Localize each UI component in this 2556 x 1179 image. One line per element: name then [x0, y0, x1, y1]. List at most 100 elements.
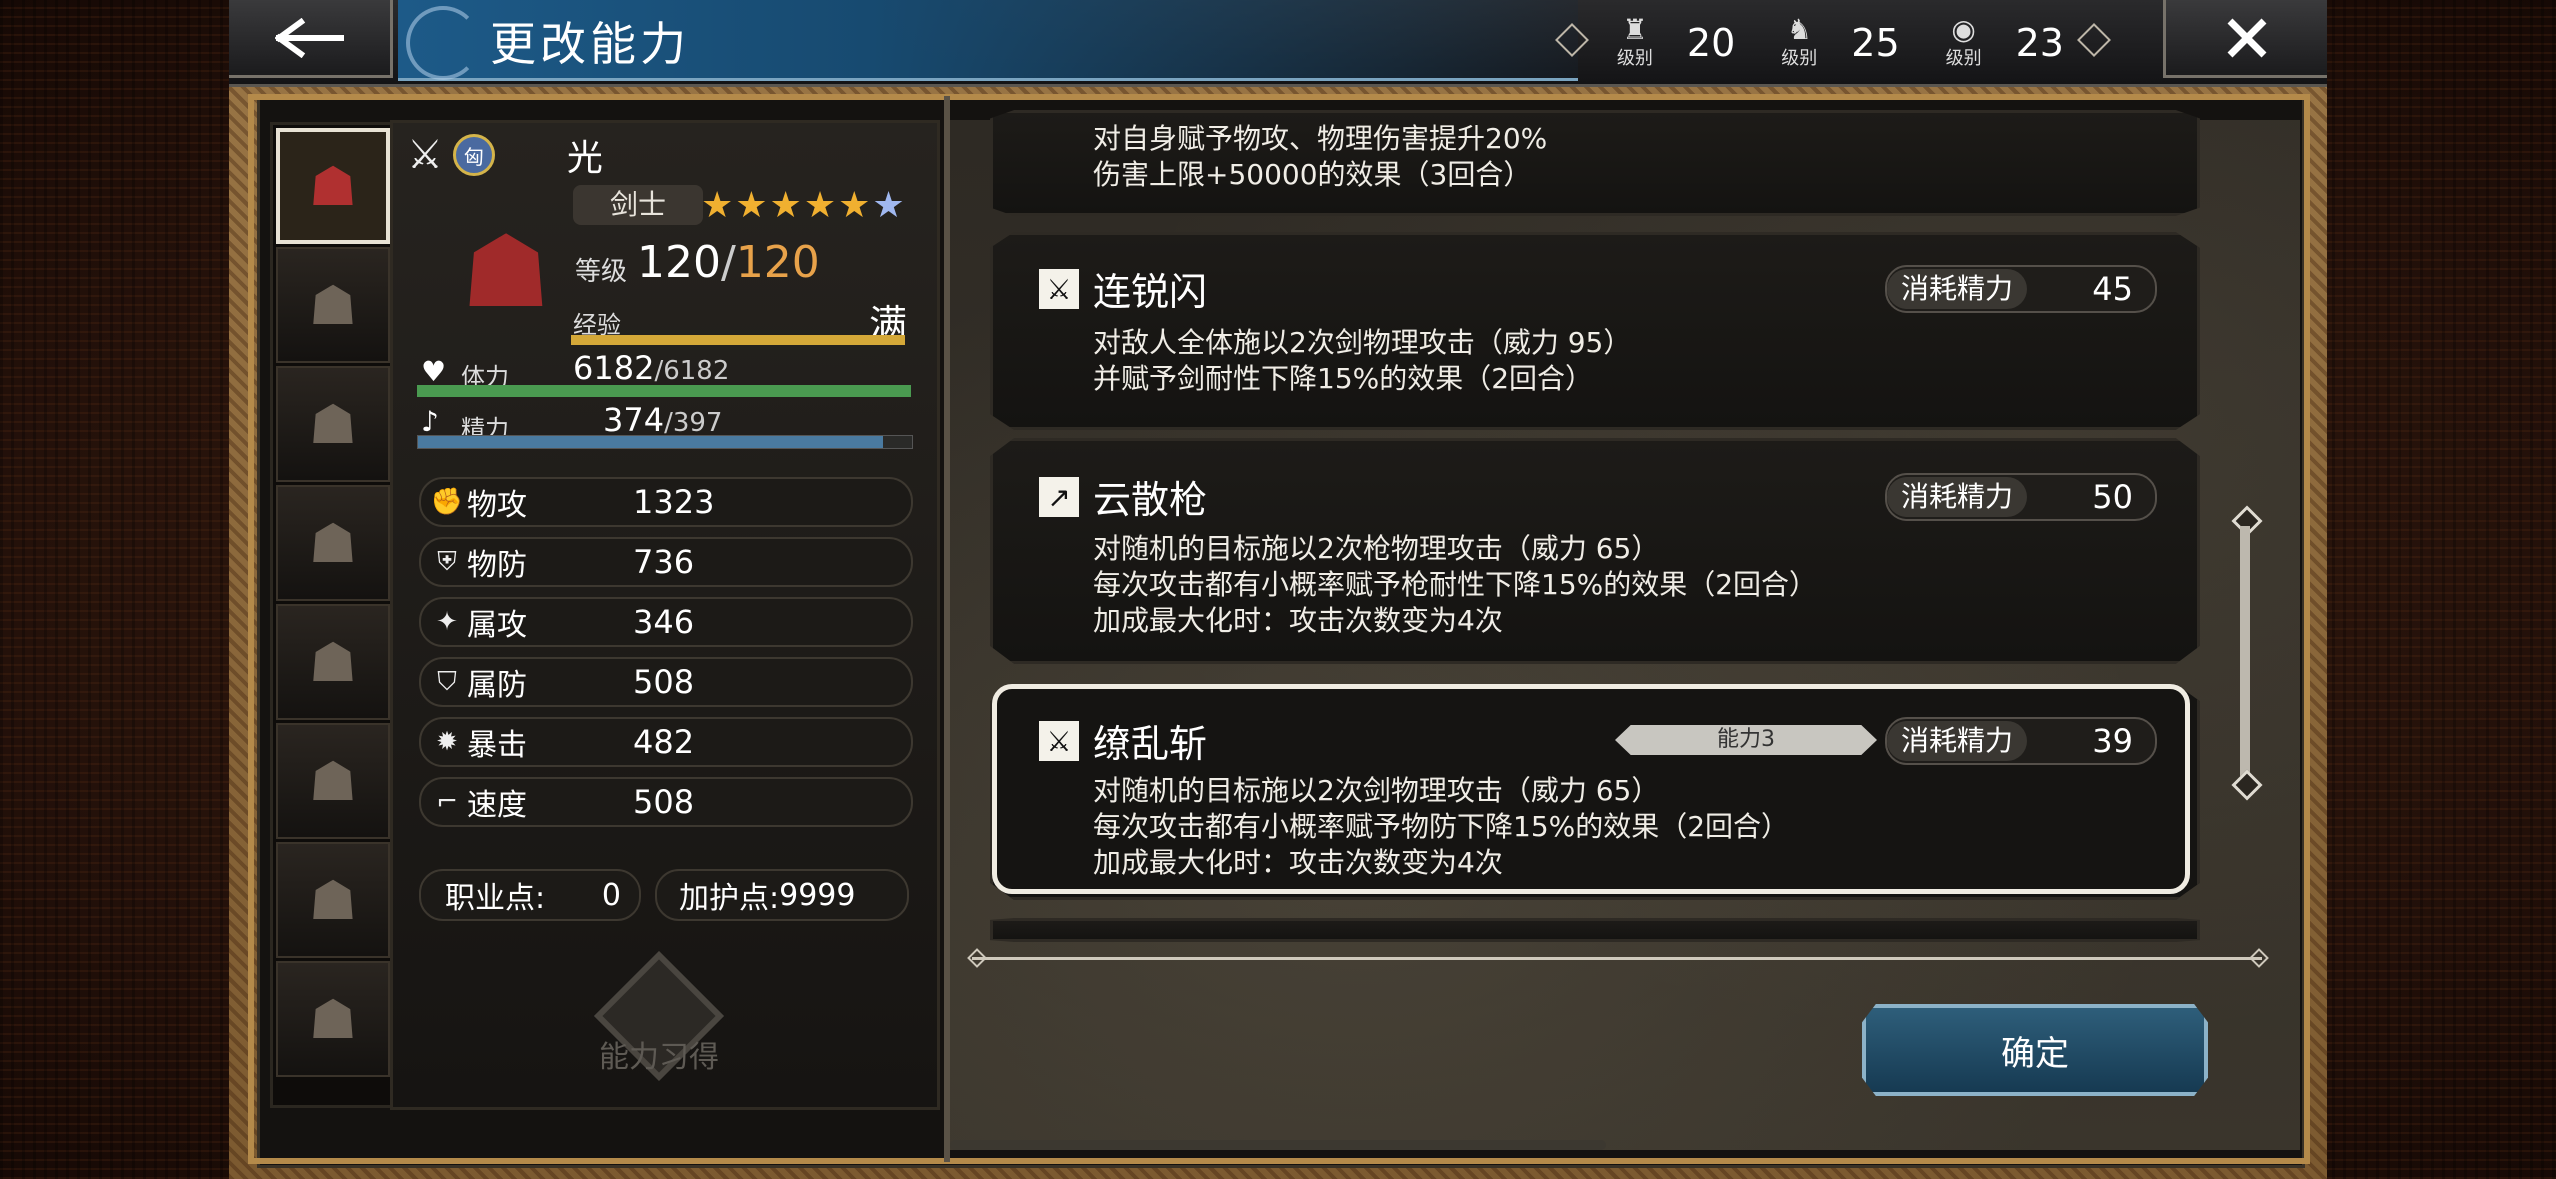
character-slot[interactable]: ☗ — [276, 604, 390, 720]
character-slot[interactable]: ☗ — [276, 961, 390, 1077]
level-current: 120 — [637, 237, 721, 288]
spear-skill-icon: ↗ — [1039, 477, 1079, 517]
level-value: 20 — [1686, 21, 1736, 65]
skill-description: 对敌人全体施以2次剑物理攻击（威力 95） 并赋予剑耐性下降15%的效果（2回合… — [1093, 326, 1632, 395]
character-slot-selected[interactable]: ☗ — [276, 128, 390, 244]
stat-value: 508 — [633, 663, 695, 701]
burst-icon: ✹ — [436, 727, 458, 757]
level-value: 23 — [2015, 21, 2064, 65]
character-slot[interactable]: ☗ — [276, 366, 390, 482]
heart-icon: ♥ — [421, 355, 447, 388]
cost-value: 39 — [2092, 722, 2133, 760]
sparkle-icon: ✦ — [436, 607, 458, 637]
footer-divider — [972, 957, 2262, 960]
character-slot[interactable]: ☗ — [276, 723, 390, 839]
character-list: ☗ ☗ ☗ ☗ ☗ ☗ ☗ ☗ — [270, 122, 396, 1108]
magic-shield-icon: ⛉ — [437, 666, 457, 697]
mp-bar-track — [417, 435, 913, 449]
guard-points-value: 9999 — [779, 877, 856, 913]
character-name: 光 — [566, 138, 603, 179]
learn-ability-button[interactable]: 能力习得 — [589, 950, 729, 1093]
guard-points: 加护点: 9999 — [655, 869, 909, 921]
stat-name: 物防 — [467, 548, 527, 583]
skill-description: 对随机的目标施以2次剑物理攻击（威力 65） 每次攻击都有小概率赋予物防下降15… — [1093, 774, 1790, 879]
stat-name: 物攻 — [467, 488, 527, 523]
stat-row-pdef: ⛨ 物防 736 — [419, 537, 913, 587]
status-panel: ⚔ 匈 光 ☗ 剑士 ★★★★★★ 等级 120/120 经验 满 ♥ 体力 6… — [390, 120, 940, 1110]
swirl-emblem-icon — [406, 6, 480, 80]
scrollbar[interactable] — [2231, 505, 2263, 801]
hp-value: 6182/6182 — [573, 349, 729, 387]
skill-card-liaoluanzhan[interactable]: ⚔ 缭乱斩 能力3 消耗精力 39 对随机的目标施以2次剑物理攻击（威力 65）… — [990, 684, 2200, 900]
skill-cost: 消耗精力 50 — [1885, 473, 2157, 521]
fist-icon: ✊ — [430, 487, 464, 517]
character-slot[interactable]: ☗ — [276, 247, 390, 363]
level-value: 120/120 — [637, 237, 820, 288]
level-cap-left — [1555, 23, 1589, 57]
hp-bar-fill — [417, 385, 911, 397]
level-label: 等级 — [575, 257, 628, 287]
skill-description: 对自身赋予物攻、物理伤害提升20% 伤害上限+50000的效果（3回合） — [1093, 122, 1548, 191]
hp-current: 6182 — [573, 349, 655, 387]
job-points-label: 职业点: — [445, 881, 546, 916]
skill-name: 缭乱斩 — [1093, 722, 1208, 766]
scrollbar-thumb[interactable] — [2240, 526, 2250, 776]
level-separator: / — [720, 237, 736, 288]
element-badge-icon: 匈 — [452, 134, 495, 176]
character-portrait-icon: ☗ — [308, 392, 358, 456]
page-title: 更改能力 — [490, 17, 690, 71]
character-slot[interactable]: ☗ — [276, 842, 390, 958]
spirit-icon: ♪ — [421, 405, 439, 438]
sword-icon: ⚔ — [407, 132, 443, 178]
sword-skill-icon: ⚔ — [1039, 269, 1079, 309]
skill-name: 连锐闪 — [1093, 270, 1208, 314]
job-label: 剑士 — [573, 185, 703, 225]
star-extra: ★ — [872, 185, 907, 226]
close-button[interactable] — [2163, 0, 2327, 78]
skill-card-partial[interactable]: 对自身赋予物攻、物理伤害提升20% 伤害上限+50000的效果（3回合） — [990, 110, 2200, 216]
crown-level-icon: ♜ — [1622, 13, 1648, 46]
hp-max: /6182 — [654, 356, 730, 386]
skill-description: 对随机的目标施以2次枪物理攻击（威力 65） 每次攻击都有小概率赋予枪耐性下降1… — [1093, 532, 1818, 637]
stat-name: 属防 — [467, 668, 527, 703]
cost-value: 45 — [2092, 270, 2133, 308]
close-icon — [2227, 18, 2266, 57]
skill-card-yunsanqiang[interactable]: ↗ 云散枪 消耗精力 50 对随机的目标施以2次枪物理攻击（威力 65） 每次攻… — [990, 438, 2200, 664]
level-label: 级别 — [1616, 48, 1653, 69]
character-portrait-icon: ☗ — [308, 630, 358, 694]
confirm-button[interactable]: 确定 — [1862, 1004, 2208, 1096]
level-item-2: ♞ 级别 25 — [1771, 14, 1917, 72]
home-indicator — [950, 1140, 1606, 1150]
character-sprite: ☗ — [461, 212, 551, 330]
character-header: ⚔ 匈 光 — [407, 129, 603, 181]
skill-card-next-partial[interactable] — [990, 918, 2200, 942]
cost-label: 消耗精力 — [1887, 269, 2028, 309]
character-portrait-icon: ☗ — [308, 749, 358, 813]
character-slot[interactable]: ☗ — [276, 485, 390, 601]
character-portrait-icon: ☗ — [308, 154, 358, 218]
mp-max: /397 — [664, 408, 723, 438]
stat-name: 速度 — [467, 788, 527, 823]
back-button[interactable] — [229, 0, 393, 78]
sword-skill-icon: ⚔ — [1039, 721, 1079, 761]
cost-value: 50 — [2092, 478, 2133, 516]
skill-cost: 消耗精力 39 — [1885, 717, 2157, 765]
skill-cost: 消耗精力 45 — [1885, 265, 2157, 313]
stat-row-speed: ⌐ 速度 508 — [419, 777, 913, 827]
character-portrait-icon: ☗ — [308, 511, 358, 575]
skill-card-lianruishan[interactable]: ⚔ 连锐闪 消耗精力 45 对敌人全体施以2次剑物理攻击（威力 95） 并赋予剑… — [990, 232, 2200, 430]
stat-row-eatk: ✦ 属攻 346 — [419, 597, 913, 647]
level-label: 级别 — [1945, 48, 1982, 69]
level-value: 25 — [1851, 21, 1900, 65]
star-rating: ★★★★★ — [701, 185, 873, 226]
stat-value: 736 — [633, 543, 695, 581]
stat-row-edef: ⛉ 属防 508 — [419, 657, 913, 707]
mp-current: 374 — [603, 401, 665, 439]
job-points-value: 0 — [601, 877, 621, 913]
stat-value: 1323 — [633, 483, 715, 521]
stat-value: 508 — [633, 783, 695, 821]
exp-bar — [571, 335, 905, 345]
stat-value: 482 — [633, 723, 695, 761]
stat-value: 346 — [633, 603, 695, 641]
hp-bar-track — [417, 385, 911, 397]
